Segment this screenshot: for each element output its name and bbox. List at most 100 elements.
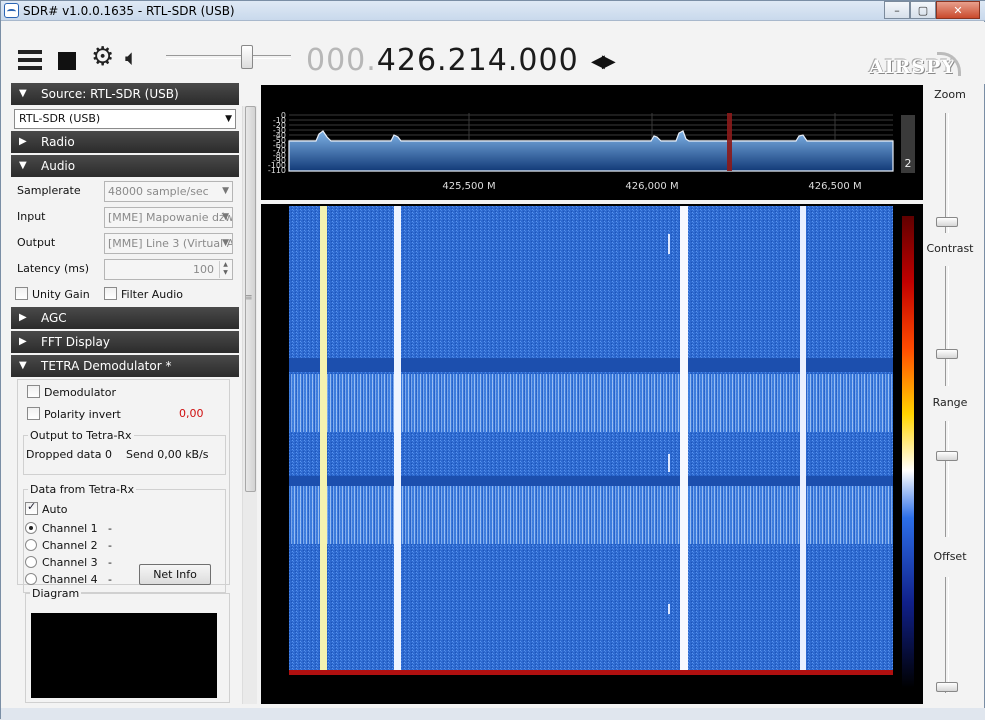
close-button[interactable]: ✕	[936, 1, 980, 19]
dropdown-arrow-icon: ▼	[222, 212, 229, 222]
expand-arrow-icon: ▶	[19, 336, 27, 347]
fft-display-header[interactable]: ▶ FFT Display	[11, 331, 239, 353]
expand-arrow-icon: ▶	[19, 136, 27, 147]
channel-label: Channel 1	[42, 522, 98, 535]
contrast-label: Contrast	[926, 242, 974, 255]
menu-icon[interactable]	[18, 50, 42, 74]
control-panel: ▼ Source: RTL-SDR (USB) RTL-SDR (USB) ▼ ▶ R…	[11, 83, 239, 705]
contrast-slider-track[interactable]	[945, 266, 949, 386]
filter-audio-checkbox[interactable]: Filter Audio	[104, 287, 183, 301]
minimize-button[interactable]: –	[884, 1, 910, 19]
channel-value: -	[108, 522, 112, 535]
channel-4-radio[interactable]: Channel 4	[25, 573, 98, 586]
checkbox-box	[104, 287, 117, 300]
waterfall-display[interactable]	[261, 204, 923, 704]
demodulator-checkbox[interactable]: Demodulator	[27, 385, 116, 399]
gear-icon[interactable]: ⚙	[91, 44, 114, 70]
channel-3-radio[interactable]: Channel 3	[25, 556, 98, 569]
diagram-canvas	[31, 613, 217, 698]
polarity-value: 0,00	[179, 407, 204, 420]
collapse-arrow-icon: ▼	[19, 160, 27, 171]
title-bar: SDR# v1.0.0.1635 - RTL-SDR (USB) – ▢ ✕	[1, 1, 985, 21]
polarity-invert-label: Polarity invert	[44, 408, 121, 421]
data-from-tetra-rx-title: Data from Tetra-Rx	[28, 483, 137, 496]
zoom-slider-track[interactable]	[945, 113, 949, 233]
polarity-row: Polarity invert 0,00	[18, 403, 229, 429]
zoom-slider-thumb[interactable]	[936, 217, 958, 227]
checkbox-box	[27, 407, 40, 420]
filter-audio-label: Filter Audio	[121, 288, 184, 301]
latency-row: Latency (ms) 100 ▲ ▼	[11, 257, 239, 283]
app-window: SDR# v1.0.0.1635 - RTL-SDR (USB) – ▢ ✕ ⚙…	[0, 0, 985, 720]
maximize-button[interactable]: ▢	[910, 1, 936, 19]
channel-2-radio[interactable]: Channel 2	[25, 539, 98, 552]
channel-1-radio[interactable]: Channel 1	[25, 522, 98, 535]
collapse-arrow-icon: ▼	[19, 88, 27, 99]
diagram-title: Diagram	[30, 587, 82, 600]
channel-value: -	[108, 556, 112, 569]
range-slider-thumb[interactable]	[936, 451, 958, 461]
demodulator-label: Demodulator	[44, 386, 116, 399]
samplerate-row: Samplerate 48000 sample/sec ▼	[11, 179, 239, 205]
polarity-invert-checkbox[interactable]: Polarity invert	[27, 407, 121, 421]
tetra-header[interactable]: ▼ TETRA Demodulator *	[11, 355, 239, 377]
dropdown-arrow-icon: ▼	[225, 114, 232, 124]
waterfall-bottom-line	[289, 670, 893, 675]
range-slider-track[interactable]	[945, 421, 949, 537]
net-info-button[interactable]: Net Info	[139, 564, 211, 585]
offset-slider-track[interactable]	[945, 577, 949, 693]
db-label: -110	[268, 166, 286, 175]
freq-label: 426,500 M	[808, 181, 861, 192]
offset-label: Offset	[933, 550, 967, 563]
checkbox-box	[25, 500, 38, 515]
latency-input[interactable]: 100 ▲ ▼	[104, 259, 233, 280]
frequency-prefix: 000.	[306, 43, 377, 78]
samplerate-label: Samplerate	[17, 184, 81, 197]
tetra-panel: Demodulator Polarity invert 0,00 Output …	[17, 379, 230, 593]
radio-dot	[25, 522, 37, 534]
frequency-value: 426.214.000	[376, 43, 579, 78]
data-from-tetra-rx-group: Data from Tetra-Rx Auto Channel 1 - Chan…	[23, 483, 226, 593]
speaker-icon[interactable]: 🔈︎	[125, 46, 138, 71]
source-header[interactable]: ▼ Source: RTL-SDR (USB)	[11, 83, 239, 105]
radio-header[interactable]: ▶ Radio	[11, 131, 239, 153]
audio-options-row: Unity Gain Filter Audio	[11, 283, 239, 307]
status-bar	[1, 708, 985, 720]
source-device-select[interactable]: RTL-SDR (USB) ▼	[14, 109, 236, 129]
logo-wave-icon	[937, 52, 961, 76]
auto-checkbox[interactable]: Auto	[25, 500, 68, 516]
diagram-group: Diagram	[25, 587, 230, 703]
frequency-display[interactable]: 000.426.214.000	[306, 43, 579, 78]
output-row: Output [MME] Line 3 (Virtual A ▼	[11, 231, 239, 257]
panel-scrollbar[interactable]	[242, 106, 257, 704]
agc-header[interactable]: ▶ AGC	[11, 307, 239, 329]
freq-label: 426,000 M	[625, 181, 678, 192]
input-device-select[interactable]: [MME] Mapowanie dźw ▼	[104, 207, 233, 228]
main-toolbar: ⚙ 🔈︎ 000.426.214.000 ◀▶ AIRSPY	[1, 22, 985, 84]
carrier-trace	[320, 206, 327, 672]
audio-header[interactable]: ▼ Audio	[11, 155, 239, 177]
samplerate-select[interactable]: 48000 sample/sec ▼	[104, 181, 233, 202]
dropped-data-text: Dropped data 0	[26, 448, 112, 461]
contrast-slider-thumb[interactable]	[936, 349, 958, 359]
carrier-burst	[668, 234, 670, 254]
output-to-tetra-rx-title: Output to Tetra-Rx	[28, 429, 134, 442]
range-label: Range	[932, 396, 968, 409]
send-rate-text: Send 0,00 kB/s	[126, 448, 209, 461]
output-device-select[interactable]: [MME] Line 3 (Virtual A ▼	[104, 233, 233, 254]
radio-dot	[25, 556, 37, 568]
tuning-marker[interactable]	[727, 113, 732, 171]
frequency-step-arrows[interactable]: ◀▶	[591, 51, 616, 72]
output-to-tetra-rx-group: Output to Tetra-Rx Dropped data 0 Send 0…	[23, 429, 226, 475]
latency-spinner[interactable]: ▲ ▼	[219, 261, 231, 278]
checkbox-box	[15, 287, 28, 300]
splitter-grip-icon[interactable]: ≡	[245, 293, 253, 303]
unity-gain-checkbox[interactable]: Unity Gain	[15, 287, 90, 301]
stop-icon[interactable]	[58, 52, 76, 70]
expand-arrow-icon: ▶	[19, 312, 27, 323]
spectrum-display[interactable]: 0 -10 -20 -30 -40 -50 -60 -70 -80 -90 -1…	[261, 85, 923, 200]
source-header-label: Source: RTL-SDR (USB)	[41, 87, 179, 101]
offset-slider-thumb[interactable]	[936, 682, 958, 692]
volume-slider-thumb[interactable]	[241, 45, 253, 69]
volume-slider-track[interactable]	[166, 55, 291, 59]
